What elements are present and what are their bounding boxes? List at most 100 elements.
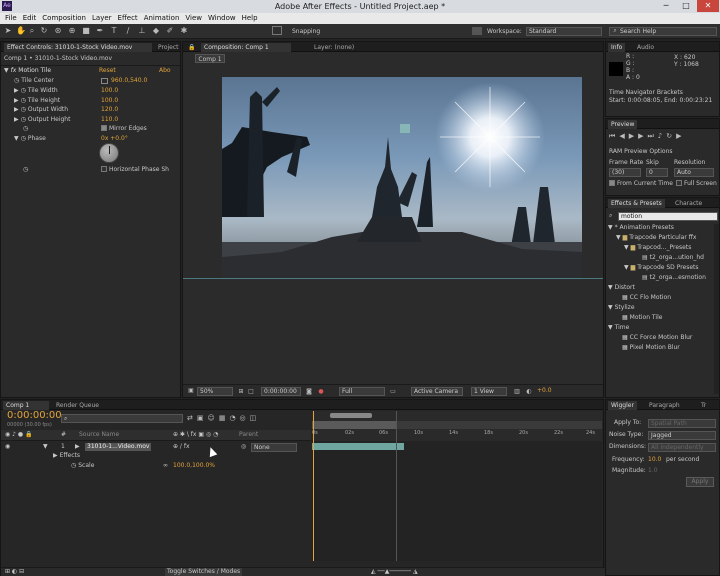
disclosure-triangle-icon[interactable]: ▼ [608,324,613,332]
layer-row[interactable]: ◉ ▼ 1 ▶ 31010-1...Video.mov ⊕ / fx ◎ Non… [1,442,311,452]
mask-tool-icon[interactable]: ■ [82,27,90,35]
brainstorm-icon[interactable]: ◎ [240,414,250,422]
current-time-indicator[interactable] [313,411,314,561]
clone-tool-icon[interactable]: ⊥ [138,27,146,35]
tree-item[interactable]: ▼ ▆ Trapcod..._Presets [624,244,691,252]
snapshot-icon[interactable]: ◙ [305,388,313,396]
play-icon[interactable]: ▶ [629,132,638,140]
loop-icon[interactable]: ↻ [666,132,676,140]
tree-item[interactable]: ▤ t2_orga...esmotion [642,274,706,282]
expand-triangle-icon[interactable]: ▶ [14,116,19,124]
resolution-dropdown[interactable]: Auto [674,168,714,177]
work-area-bar[interactable] [330,413,372,418]
stopwatch-icon[interactable]: ◷ [71,462,76,470]
disclosure-triangle-icon[interactable]: ▼ [4,67,9,75]
work-area-range[interactable] [312,421,602,429]
tree-item[interactable]: ▦ Motion Tile [622,314,662,322]
horizontal-phase-checkbox-row[interactable]: Horizontal Phase Sh [101,166,169,174]
tab-effects-presets[interactable]: Effects & Presets [608,199,665,208]
stopwatch-icon[interactable]: ◷ [21,87,26,95]
tree-item[interactable]: ▼ Stylize [608,304,635,312]
fx-icon[interactable]: fx [11,67,17,75]
tab-project[interactable]: Project [155,43,181,52]
tree-item[interactable]: ▼ ▆ Trapcode Particular ffx [616,234,696,242]
timeline-track-area[interactable] [312,411,602,561]
from-current-time-row[interactable]: From Current Time [609,180,673,188]
composition-viewer[interactable] [222,77,582,280]
full-screen-checkbox[interactable] [676,180,682,186]
constrain-proportions-icon[interactable]: ∞ [163,462,168,470]
rotation-tool-icon[interactable]: ↻ [40,27,48,35]
disclosure-triangle-icon[interactable]: ▼ [14,135,19,143]
motion-blur-icon[interactable]: ◔ [229,414,239,422]
tree-item[interactable]: ▦ CC Flo Motion [622,294,671,302]
visibility-icon[interactable]: ◉ [5,443,10,451]
stopwatch-icon[interactable]: ◷ [21,116,26,124]
pickwhip-icon[interactable]: ◎ [241,443,246,451]
horizontal-phase-checkbox[interactable] [101,166,107,172]
menu-window[interactable]: Window [206,13,240,24]
tree-item[interactable]: ▼ Time [608,324,629,332]
tab-character[interactable]: Characte [672,199,705,208]
camera-tool-icon[interactable]: ⊛ [54,27,62,35]
snapping-checkbox[interactable] [272,26,282,35]
pan-behind-tool-icon[interactable]: ⊕ [68,27,76,35]
tile-height-value[interactable]: 100.0 [101,97,118,105]
tab-paragraph[interactable]: Paragraph [646,401,683,410]
output-height-value[interactable]: 110.0 [101,116,118,124]
magnification-icon[interactable]: ▣ [187,387,195,395]
layer-duration-bar[interactable] [312,443,404,450]
tile-center-value[interactable]: 960.0,540.0 [111,77,147,85]
current-time-display[interactable]: 0:00:00:00 [261,387,301,396]
dimensions-dropdown[interactable]: All Independently [648,443,716,452]
disclosure-triangle-icon[interactable]: ▼ [608,304,613,312]
search-help-input[interactable]: Search Help [609,27,717,36]
expand-triangle-icon[interactable]: ▶ [14,97,19,105]
toggle-switches-modes-button[interactable]: Toggle Switches / Modes [165,568,243,576]
tab-composition[interactable]: Composition: Comp 1 [201,43,291,52]
zoom-dropdown[interactable]: 50% [197,387,233,396]
mirror-edges-checkbox[interactable] [101,125,107,131]
puppet-tool-icon[interactable]: ✱ [180,27,188,35]
parent-dropdown[interactable]: None [251,443,297,452]
disclosure-triangle-icon[interactable]: ▼ [624,244,629,252]
draft-3d-icon[interactable]: ▣ [197,414,208,422]
prev-frame-icon[interactable]: ◀ [619,132,628,140]
disclosure-triangle-icon[interactable]: ▼ [616,234,621,242]
tab-effect-controls[interactable]: Effect Controls: 31010-1-Stock Video.mov [4,43,152,52]
layer-name[interactable]: 31010-1...Video.mov [85,443,152,451]
tree-item[interactable]: ▤ t2_orga...ution_hd [642,254,704,262]
first-frame-icon[interactable]: ⏮ [609,132,619,140]
tile-width-value[interactable]: 100.0 [101,87,118,95]
type-tool-icon[interactable]: T [110,27,118,35]
stopwatch-icon[interactable]: ◷ [21,106,26,114]
output-width-value[interactable]: 120.0 [101,106,118,114]
pen-tool-icon[interactable]: ✒ [96,27,104,35]
menu-help[interactable]: Help [240,13,262,24]
tab-info[interactable]: Info [608,43,626,52]
disclosure-triangle-icon[interactable]: ▼ [624,264,629,272]
zoom-slider-icons[interactable]: ◭ ──▲────── ◮ [371,568,418,576]
full-screen-row[interactable]: Full Screen [676,180,717,188]
frequency-value[interactable]: 10.0 [648,456,661,464]
roto-brush-tool-icon[interactable]: ✐ [166,27,174,35]
toggle-pixel-icon[interactable]: ▥ [513,388,521,396]
tab-comp-1[interactable]: Comp 1 [3,401,49,410]
magnitude-value[interactable]: 1.0 [648,467,658,475]
expand-triangle-icon[interactable]: ▶ [14,87,19,95]
tree-item[interactable]: ▦ Pixel Motion Blur [622,344,680,352]
stopwatch-icon[interactable]: ◷ [21,135,26,143]
tab-render-queue[interactable]: Render Queue [53,401,99,410]
apply-to-dropdown[interactable]: Spatial Path [648,419,716,428]
frame-blend-icon[interactable]: ▦ [219,414,230,422]
tab-tracker[interactable]: Tr [698,401,709,410]
menu-composition[interactable]: Composition [40,13,90,24]
time-ruler[interactable]: 0s 02s 06s 10s 14s 18s 20s 22s 24s [312,411,602,441]
stopwatch-icon[interactable]: ◷ [23,125,28,133]
channel-icon[interactable]: ● [317,388,325,396]
phase-value[interactable]: 0x +0.0° [101,135,128,143]
noise-type-dropdown[interactable]: Jagged [648,431,716,440]
lock-icon[interactable]: 🔒 [185,43,197,52]
phase-angle-dial[interactable] [99,143,119,163]
grid-icon[interactable]: ⊞ [237,388,245,396]
